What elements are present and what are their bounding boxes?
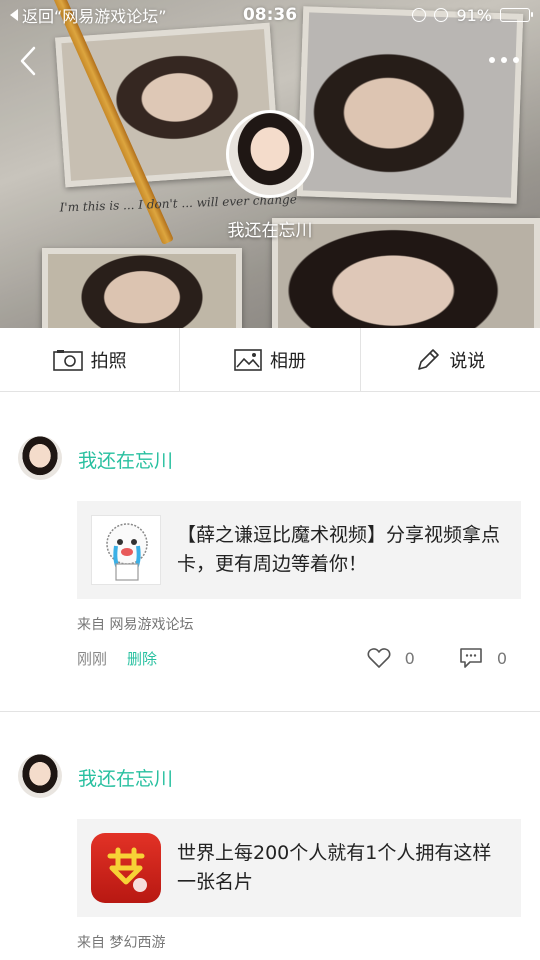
like-button[interactable]: 0 [367,647,415,669]
post-meta-row: 刚刚 删除 0 0 [77,647,507,669]
shared-thumbnail [91,515,161,585]
album-label: 相册 [269,350,306,372]
shared-link-title: 【薛之谦逗比魔术视频】分享视频拿点卡，更有周边等着你！ [177,524,501,575]
dream-logo-icon [107,847,147,892]
status-back-label: 返回“网易游戏论坛” [22,7,167,26]
post-author-name[interactable]: 我还在忘川 [78,764,173,791]
cartoon-character-image [106,523,148,581]
post-time: 刚刚 [77,649,108,668]
post-author-avatar[interactable] [18,754,62,798]
battery-percent: 91% [456,5,492,25]
post-author-name[interactable]: 我还在忘川 [78,446,173,473]
more-button[interactable] [484,52,524,68]
feed-list: 我还在忘川 【薛之谦逗比魔术视频】分享视频拿点卡，更有周边等着你！ 来自 网易游… [0,392,540,960]
like-count: 0 [404,648,415,668]
status-post-label: 说说 [449,350,486,372]
shared-link-title: 世界上每200个人就有1个人拥有这样一张名片 [177,842,492,893]
shared-link-card[interactable]: 【薛之谦逗比魔术视频】分享视频拿点卡，更有周边等着你！ [77,501,521,599]
profile-cover[interactable]: I'm this is ... I don't ... will ever ch… [0,0,540,328]
comment-count: 0 [496,648,507,668]
post-author-avatar[interactable] [18,436,62,480]
rotation-lock-icon [412,8,427,22]
battery-icon [500,8,533,22]
game-app-icon [91,833,161,903]
action-bar: 拍照 相册 说说 [0,328,540,392]
chevron-left-icon [20,46,36,76]
profile-avatar[interactable] [226,110,314,198]
more-dots-icon [489,57,495,63]
camera-icon [52,349,83,371]
photo-capture-button[interactable]: 拍照 [0,328,179,391]
back-triangle-icon [10,9,18,21]
album-button[interactable]: 相册 [179,328,359,391]
back-button[interactable] [14,44,44,78]
feed-post: 我还在忘川 世界上每200个人就有1个人拥有这样一张名片 来自 梦幻西游 [0,712,540,960]
comment-icon [460,648,482,668]
status-bar: 返回“网易游戏论坛” 08:36 91% [0,0,540,30]
post-source: 来自 网易游戏论坛 [77,617,194,633]
comment-button[interactable]: 0 [459,647,507,669]
heart-icon [367,648,391,668]
pencil-icon [418,348,440,370]
alarm-icon [434,8,449,22]
feed-post: 我还在忘川 【薛之谦逗比魔术视频】分享视频拿点卡，更有周边等着你！ 来自 网易游… [0,392,540,712]
status-post-button[interactable]: 说说 [359,328,540,391]
delete-post-button[interactable]: 删除 [127,648,157,669]
status-back-to-app[interactable]: 返回“网易游戏论坛” [10,3,167,27]
image-icon [234,348,262,371]
photo-capture-label: 拍照 [90,350,127,372]
post-source: 来自 梦幻西游 [77,935,166,951]
shared-link-card[interactable]: 世界上每200个人就有1个人拥有这样一张名片 [77,819,521,917]
profile-name: 我还在忘川 [227,221,313,241]
